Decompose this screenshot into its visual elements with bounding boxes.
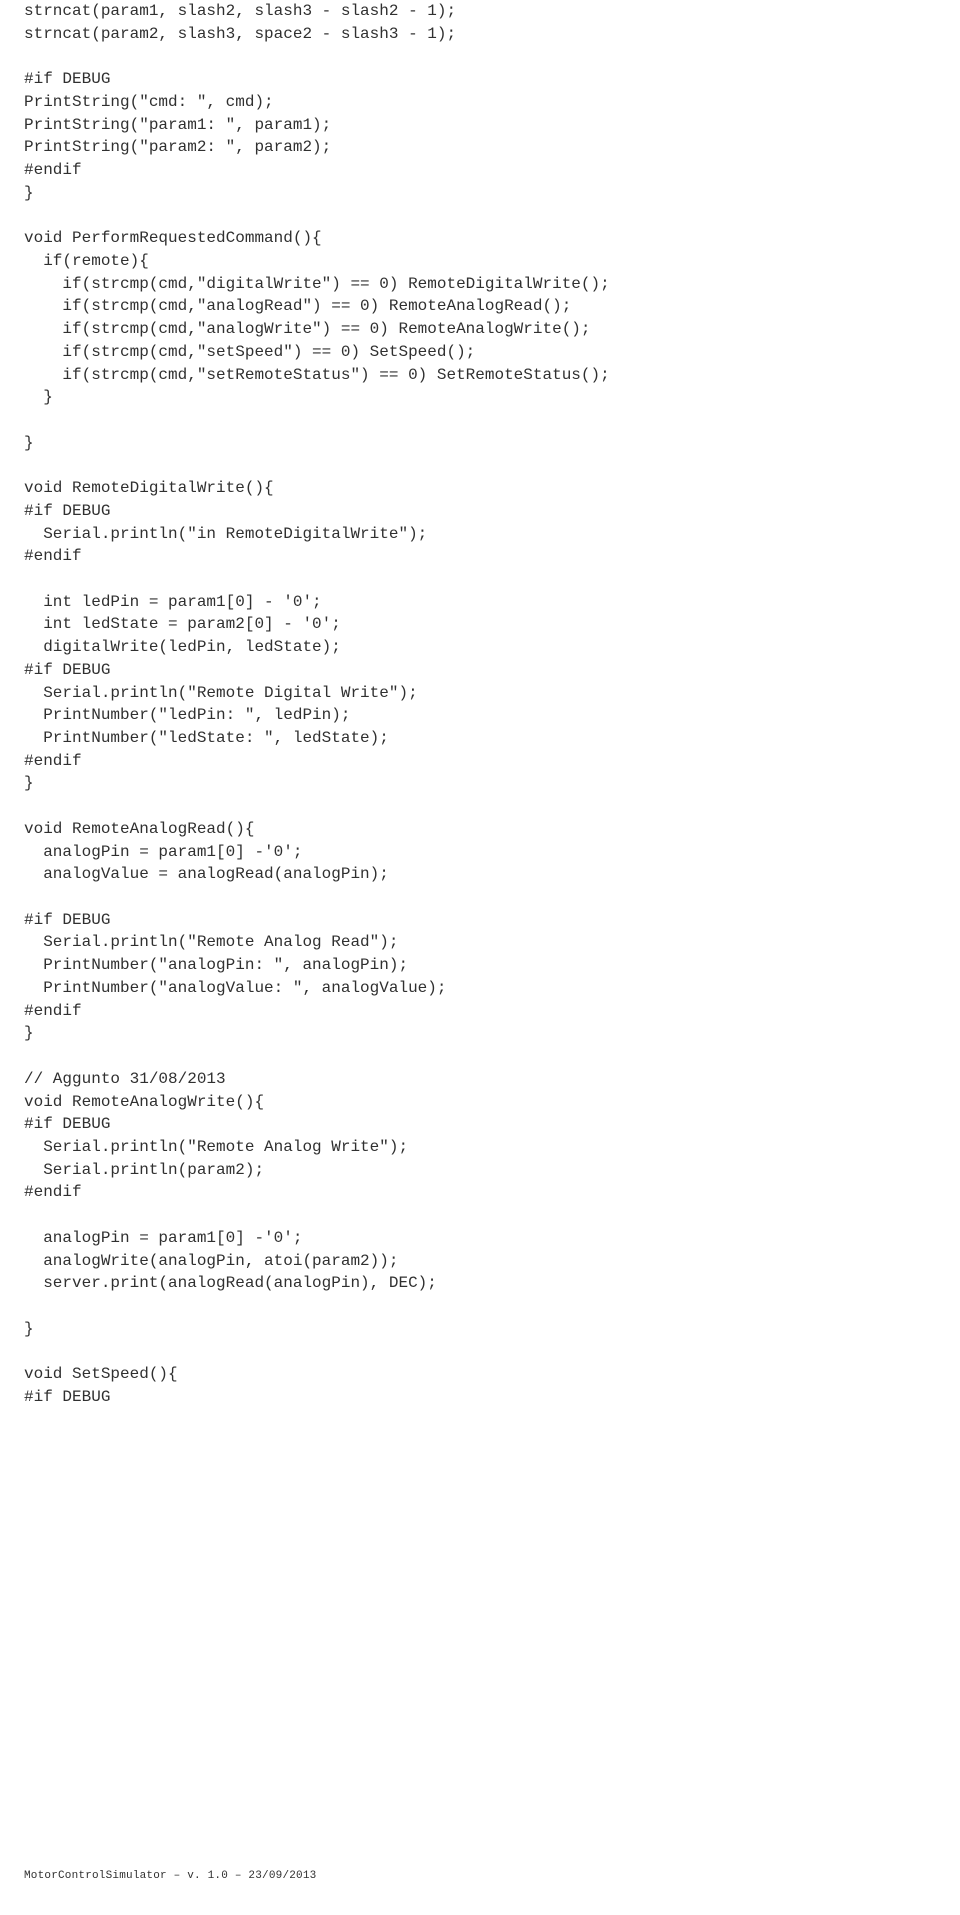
code-listing: strncat(param1, slash2, slash3 - slash2 … bbox=[24, 0, 936, 1409]
document-page: strncat(param1, slash2, slash3 - slash2 … bbox=[0, 0, 960, 1895]
footer-text: MotorControlSimulator – v. 1.0 – 23/09/2… bbox=[24, 1869, 316, 1885]
